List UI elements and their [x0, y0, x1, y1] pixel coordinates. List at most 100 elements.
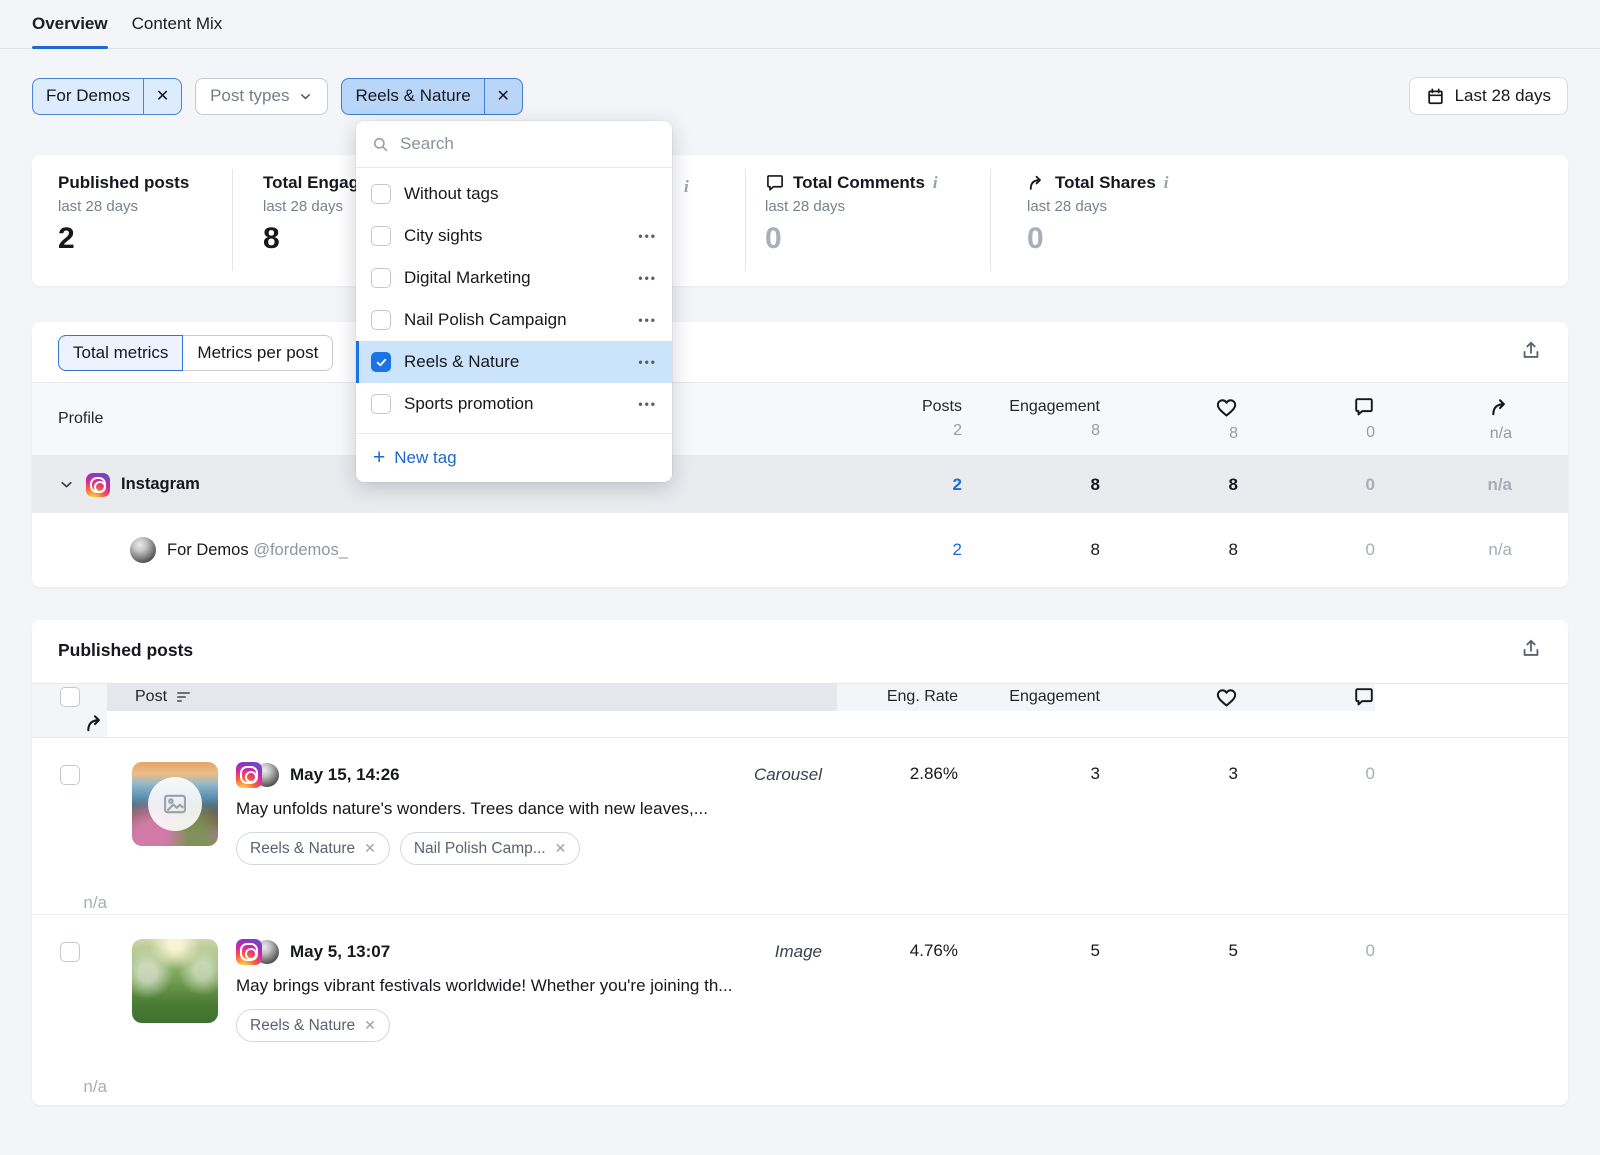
tag-remove-icon[interactable]: ✕ [364, 840, 376, 857]
profile-shares-value: n/a [1375, 540, 1512, 560]
tag-option-without-tags[interactable]: Without tags [356, 173, 672, 215]
published-posts-header: Post Eng. Rate Engagement [32, 683, 1568, 738]
profile-posts-value[interactable]: 2 [832, 540, 962, 560]
tag-checkbox[interactable] [371, 310, 391, 330]
shares-icon[interactable] [1489, 396, 1512, 419]
calendar-icon [1426, 87, 1445, 106]
tag-checkbox[interactable] [371, 184, 391, 204]
search-input[interactable] [400, 134, 657, 154]
post-thumbnail[interactable] [132, 939, 218, 1023]
post-date[interactable]: May 15, 14:26 [290, 765, 400, 785]
tab-content-mix[interactable]: Content Mix [132, 0, 223, 48]
tab-overview[interactable]: Overview [32, 0, 108, 48]
likes-heart-icon[interactable] [1215, 686, 1238, 709]
tag-option-city-sights[interactable]: City sights ••• [356, 215, 672, 257]
post-checkbox[interactable] [60, 765, 80, 785]
tag-pill: Reels & Nature ✕ [236, 1009, 390, 1042]
post-types-filter-chip[interactable]: Post types [195, 78, 328, 115]
tag-option-reels-and-nature[interactable]: Reels & Nature ••• [356, 341, 672, 383]
stat-published-posts-value: 2 [58, 222, 189, 256]
likes-heart-icon[interactable] [1215, 396, 1238, 419]
instagram-posts-value[interactable]: 2 [832, 475, 962, 495]
toggle-total-metrics[interactable]: Total metrics [58, 335, 183, 371]
tag-menu-icon[interactable]: ••• [638, 397, 657, 411]
post-comments: 0 [1238, 738, 1375, 784]
filter-bar: For Demos ✕ Post types Reels & Nature ✕ … [32, 77, 1568, 115]
chevron-down-icon [298, 89, 313, 104]
tag-remove-icon[interactable]: ✕ [555, 840, 567, 857]
comment-icon [765, 173, 785, 193]
column-shares-total: n/a [1490, 425, 1512, 443]
post-date[interactable]: May 5, 13:07 [290, 942, 390, 962]
instagram-engagement-value: 8 [962, 475, 1100, 495]
post-thumbnail[interactable] [132, 762, 218, 846]
tag-pill-label: Nail Polish Camp... [414, 840, 546, 858]
select-all-checkbox[interactable] [60, 687, 80, 707]
tag-option-label: Digital Marketing [404, 268, 625, 288]
info-icon[interactable]: i [933, 173, 938, 193]
post-checkbox[interactable] [60, 942, 80, 962]
stat-total-shares-label: Total Shares [1055, 173, 1156, 193]
tag-menu-icon[interactable]: ••• [638, 313, 657, 327]
tag-checkbox-checked[interactable] [371, 352, 391, 372]
post-comments: 0 [1238, 915, 1375, 961]
new-tag-button[interactable]: + New tag [356, 433, 672, 482]
profile-row-fordemos[interactable]: For Demos @fordemos_ 2 8 8 0 n/a [32, 513, 1568, 587]
date-range-label: Last 28 days [1455, 86, 1551, 106]
post-row-may5: May 5, 13:07 Image May brings vibrant fe… [32, 915, 1568, 1105]
toggle-metrics-per-post[interactable]: Metrics per post [183, 335, 333, 371]
tag-filter-close-icon[interactable]: ✕ [485, 79, 522, 114]
network-name: Instagram [121, 475, 200, 494]
tag-menu-icon[interactable]: ••• [638, 355, 657, 369]
column-engagement[interactable]: Engagement [1009, 398, 1100, 416]
tags-search-row [356, 121, 672, 168]
tag-option-nail-polish-campaign[interactable]: Nail Polish Campaign ••• [356, 299, 672, 341]
tag-option-sports-promotion[interactable]: Sports promotion ••• [356, 383, 672, 425]
shares-icon[interactable] [84, 712, 107, 735]
tag-checkbox[interactable] [371, 268, 391, 288]
post-caption: May brings vibrant festivals worldwide! … [236, 976, 822, 996]
tag-filter-chip[interactable]: Reels & Nature ✕ [341, 78, 522, 115]
post-tags: Reels & Nature ✕ Nail Polish Camp... ✕ [236, 832, 822, 865]
tag-remove-icon[interactable]: ✕ [364, 1017, 376, 1034]
comments-icon[interactable] [1353, 396, 1375, 418]
post-eng-rate: 4.76% [837, 915, 958, 961]
sort-icon[interactable] [176, 690, 192, 704]
column-engagement[interactable]: Engagement [1009, 688, 1100, 706]
export-icon[interactable] [1520, 638, 1542, 665]
profile-name: For Demos @fordemos_ [167, 541, 348, 560]
profile-filter-close-icon[interactable]: ✕ [144, 79, 181, 114]
column-engagement-total: 8 [1091, 422, 1100, 440]
column-eng-rate[interactable]: Eng. Rate [887, 688, 958, 706]
stat-total-shares-period: last 28 days [1027, 198, 1169, 215]
social-analytics-page: Overview Content Mix For Demos ✕ Post ty… [0, 0, 1600, 1155]
column-posts[interactable]: Posts [922, 398, 962, 416]
tag-option-digital-marketing[interactable]: Digital Marketing ••• [356, 257, 672, 299]
metrics-table-card: Total metrics Metrics per post Profile P… [32, 322, 1568, 587]
tag-option-label: Nail Polish Campaign [404, 310, 625, 330]
network-row-instagram[interactable]: Instagram 2 8 8 0 n/a [32, 456, 1568, 513]
metrics-view-toggle: Total metrics Metrics per post [58, 335, 333, 371]
column-post[interactable]: Post [135, 688, 167, 706]
export-icon[interactable] [1520, 340, 1542, 367]
tags-dropdown: Without tags City sights ••• Digital Mar… [356, 121, 672, 482]
instagram-likes-value: 8 [1100, 475, 1238, 495]
post-row-may15: May 15, 14:26 Carousel May unfolds natur… [32, 738, 1568, 915]
instagram-icon [236, 939, 262, 965]
info-icon[interactable]: i [1164, 173, 1169, 193]
tag-checkbox[interactable] [371, 226, 391, 246]
profile-filter-chip[interactable]: For Demos ✕ [32, 78, 182, 115]
stat-divider [745, 169, 746, 271]
comments-icon[interactable] [1353, 686, 1375, 708]
post-tags: Reels & Nature ✕ [236, 1009, 822, 1042]
chevron-down-icon[interactable] [58, 476, 75, 493]
tag-menu-icon[interactable]: ••• [638, 229, 657, 243]
tag-filter-label: Reels & Nature [342, 86, 483, 106]
tag-checkbox[interactable] [371, 394, 391, 414]
profile-engagement-value: 8 [962, 540, 1100, 560]
date-range-button[interactable]: Last 28 days [1409, 77, 1568, 115]
stat-total-comments-label: Total Comments [793, 173, 925, 193]
instagram-icon [236, 762, 262, 788]
tag-menu-icon[interactable]: ••• [638, 271, 657, 285]
info-icon[interactable]: i [684, 177, 689, 197]
